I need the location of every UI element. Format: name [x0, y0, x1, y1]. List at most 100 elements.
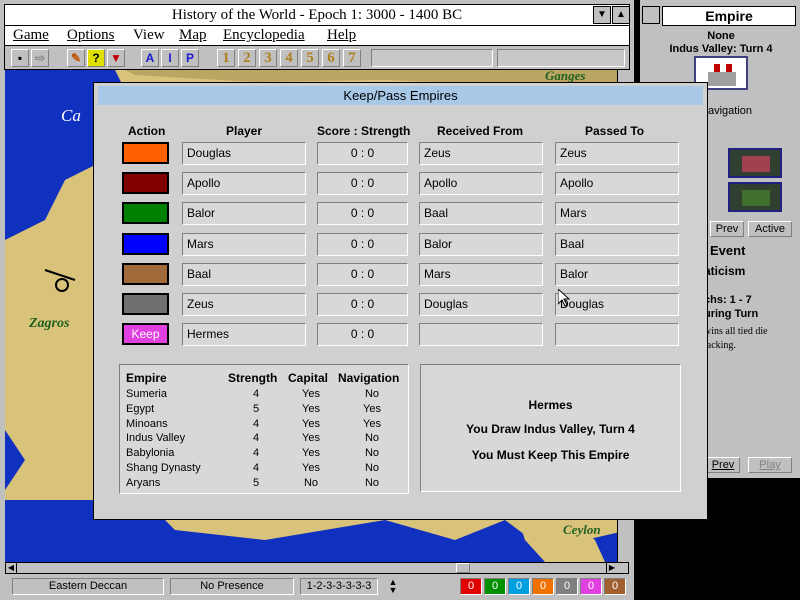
player-counter: 0 — [484, 578, 506, 595]
field-received: Douglas — [419, 293, 543, 316]
empire-cell-empire: Egypt — [126, 402, 155, 415]
epoch-3[interactable]: 3 — [259, 49, 277, 67]
export-icon[interactable]: ⇨ — [31, 49, 49, 67]
help-icon[interactable]: ? — [87, 49, 105, 67]
action-button[interactable] — [122, 263, 169, 285]
event-text-1: wins all tied die — [704, 326, 768, 337]
menu-options[interactable]: Options — [67, 26, 115, 44]
action-button[interactable] — [122, 233, 169, 255]
empire-row: Indus Valley 4 Yes No — [126, 432, 404, 447]
field-score: 0 : 0 — [317, 293, 408, 316]
tool-p[interactable]: P — [181, 49, 199, 67]
maximize-button[interactable]: ▲ — [612, 6, 630, 24]
empire-image-1[interactable] — [728, 148, 782, 178]
empire-cell-strength: 4 — [252, 447, 260, 460]
action-button[interactable]: Keep — [122, 323, 169, 345]
field-passed[interactable]: Mars — [555, 202, 679, 225]
player-counter: 0 — [508, 578, 530, 595]
empire-cell-capital: Yes — [302, 388, 320, 400]
header-player: Player — [226, 124, 263, 138]
field-received: Apollo — [419, 172, 543, 195]
action-button[interactable] — [122, 202, 169, 224]
epoch-6[interactable]: 6 — [322, 49, 340, 67]
field-passed[interactable]: Baal — [555, 233, 679, 256]
minimize-button[interactable]: ▼ — [593, 6, 611, 24]
map-label-zagros: Zagros — [29, 316, 70, 331]
header-action: Action — [128, 124, 166, 138]
field-received: Balor — [419, 233, 543, 256]
field-received: Mars — [419, 263, 543, 286]
epoch-4[interactable]: 4 — [280, 49, 298, 67]
field-score: 0 : 0 — [317, 233, 408, 256]
empire-cell-capital: Yes — [302, 432, 320, 445]
col-strength: Strength — [228, 371, 278, 385]
field-passed[interactable] — [555, 323, 679, 346]
empire-cell-navigation: Yes — [363, 402, 381, 415]
empire-cell-navigation: No — [364, 447, 380, 460]
menu-view[interactable]: View — [133, 26, 165, 44]
empire-cell-empire: Sumeria — [126, 388, 167, 400]
status-bar: Eastern Deccan No Presence 1-2-3-3-3-3-3… — [4, 575, 630, 597]
event-panel-title: Event — [710, 243, 746, 258]
empire-row: Babylonia 4 Yes No — [126, 447, 404, 462]
field-passed[interactable]: Douglas — [555, 293, 679, 316]
menu-game[interactable]: Game — [13, 26, 49, 44]
shield-icon[interactable]: ▼ — [107, 49, 125, 67]
menu-encyclopedia[interactable]: Encyclopedia — [223, 26, 305, 44]
action-button[interactable] — [122, 172, 169, 194]
empire-prev-button[interactable]: Prev — [710, 221, 744, 237]
empire-row: Shang Dynasty 4 Yes No — [126, 462, 404, 477]
action-button[interactable] — [122, 142, 169, 164]
scroll-left-icon[interactable]: ◀ — [6, 563, 17, 573]
empire-cell-empire: Aryans — [126, 476, 161, 489]
action-button[interactable] — [122, 293, 169, 315]
empire-active-button[interactable]: Active — [748, 221, 792, 237]
empire-cell-capital: Yes — [302, 447, 320, 460]
field-passed[interactable]: Balor — [555, 263, 679, 286]
empire-cell-strength: 5 — [252, 476, 260, 489]
header-received: Received From — [437, 124, 524, 138]
empire-cell-empire: Minoans — [126, 417, 168, 430]
col-navigation: Navigation — [338, 371, 400, 385]
empire-row: Sumeria 4 Yes No — [126, 388, 404, 403]
panel-menu-icon[interactable] — [642, 6, 660, 24]
header-score: Score : Strength — [317, 124, 411, 138]
epoch-5[interactable]: 5 — [301, 49, 319, 67]
field-passed[interactable]: Apollo — [555, 172, 679, 195]
menu-help[interactable]: Help — [327, 26, 356, 44]
empire-cell-navigation: Yes — [363, 417, 381, 430]
save-icon[interactable]: ▪ — [11, 49, 29, 67]
menu-map[interactable]: Map — [179, 26, 207, 44]
sequence-spinner-icon[interactable]: ▲ ▼ — [386, 578, 400, 595]
empire-cell-strength: 4 — [252, 388, 260, 400]
field-player: Zeus — [182, 293, 306, 316]
epoch-2[interactable]: 2 — [238, 49, 256, 67]
field-received: Zeus — [419, 142, 543, 165]
epoch-7[interactable]: 7 — [343, 49, 361, 67]
field-score: 0 : 0 — [317, 202, 408, 225]
scroll-right-icon[interactable]: ▶ — [606, 563, 617, 573]
scroll-thumb[interactable] — [456, 563, 470, 573]
tool-i[interactable]: I — [161, 49, 179, 67]
event-prev-button[interactable]: Prev — [706, 457, 740, 473]
event-play-button[interactable]: Play — [748, 457, 792, 473]
empire-cell-empire: Indus Valley — [126, 432, 186, 445]
pencil-icon[interactable]: ✎ — [67, 49, 85, 67]
field-passed[interactable]: Zeus — [555, 142, 679, 165]
header-passed: Passed To — [585, 124, 645, 138]
tool-a[interactable]: A — [141, 49, 159, 67]
field-player: Mars — [182, 233, 306, 256]
player-counter: 0 — [556, 578, 578, 595]
empire-row: Aryans 5 No No — [126, 477, 404, 492]
epoch-1[interactable]: 1 — [217, 49, 235, 67]
empire-image-2[interactable] — [728, 182, 782, 212]
col-capital: Capital — [288, 371, 329, 385]
field-score: 0 : 0 — [317, 263, 408, 286]
player-counter: 0 — [460, 578, 482, 595]
empire-cell-empire: Shang Dynasty — [126, 462, 201, 474]
event-text-2: tacking. — [704, 340, 736, 351]
message-line-1: You Draw Indus Valley, Turn 4 — [466, 422, 635, 436]
horizontal-scrollbar[interactable]: ◀ ▶ — [5, 562, 629, 574]
dialog-title: Keep/Pass Empires — [98, 86, 703, 105]
menu-bar: Game Options View Map Encyclopedia Help — [4, 26, 630, 45]
